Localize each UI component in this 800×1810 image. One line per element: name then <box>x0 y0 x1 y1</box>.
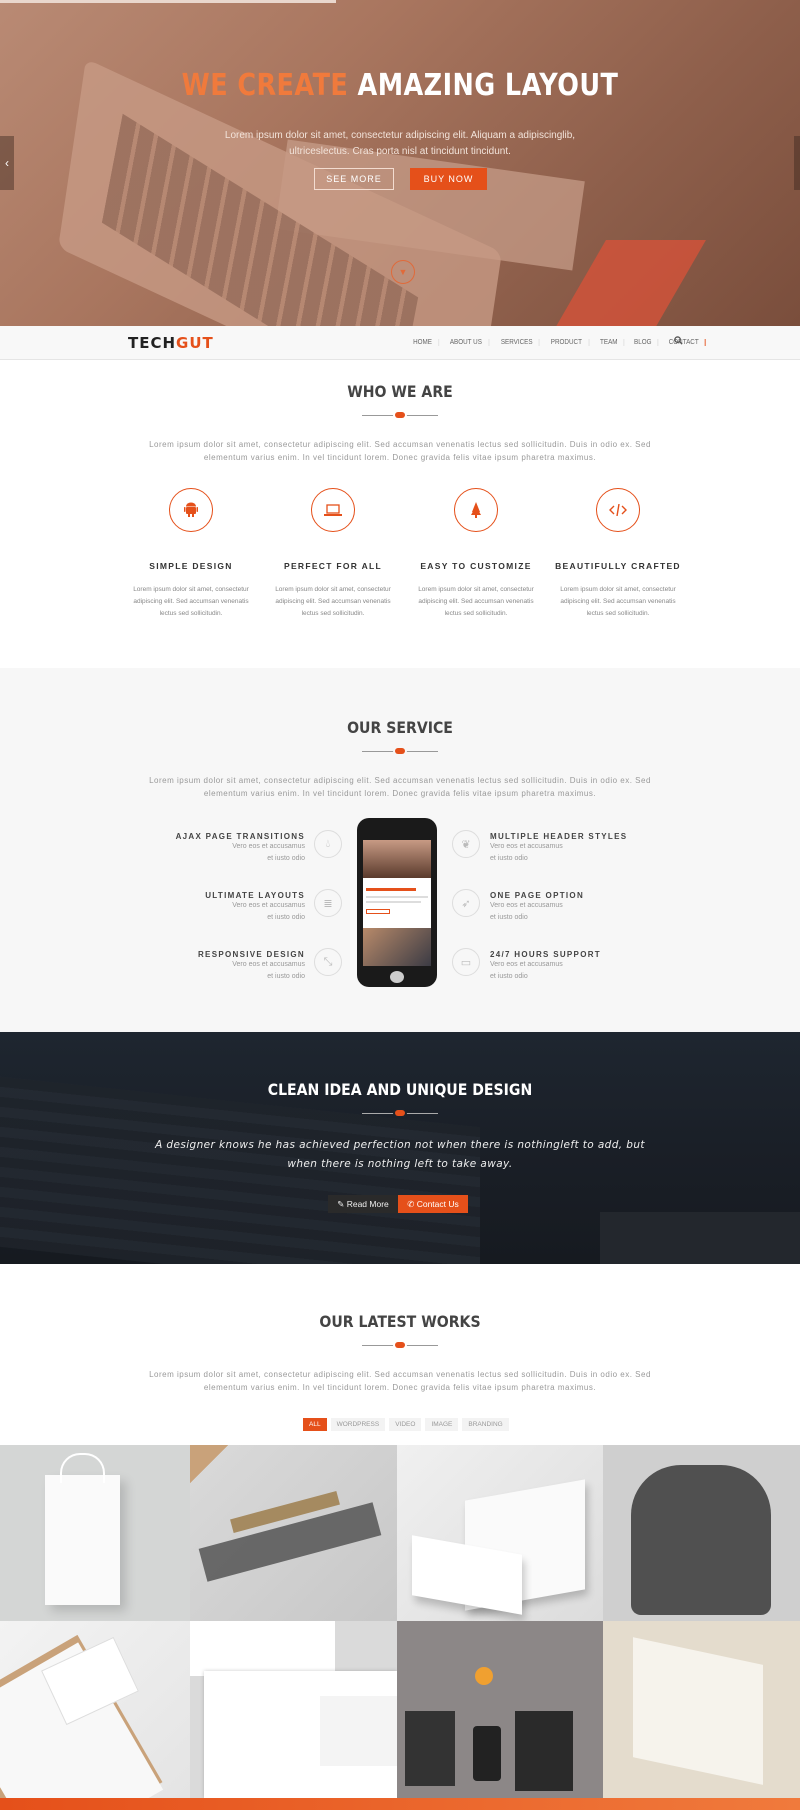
feature-text: Lorem ipsum dolor sit amet, consectetur … <box>418 586 534 617</box>
leaf-icon: ❦ <box>452 830 480 858</box>
contact-us-button[interactable]: ✆ Contact Us <box>398 1195 468 1213</box>
phone-icon: ✆ <box>407 1199 417 1209</box>
filter-wordpress[interactable]: WORDPRESS <box>330 1418 386 1431</box>
section-divider <box>362 748 438 754</box>
works-title: OUR LATEST WORKS <box>319 1312 481 1331</box>
portfolio-item-mockups[interactable] <box>190 1445 397 1621</box>
code-icon <box>596 488 640 532</box>
link-icon: ✎ <box>337 1199 347 1209</box>
read-more-button[interactable]: ✎ Read More <box>328 1195 398 1213</box>
hero-subtitle: Lorem ipsum dolor sit amet, consectetur … <box>224 130 576 157</box>
hero-bg-red-object <box>554 240 706 326</box>
service-item: RESPONSIVE DESIGN Vero eos et accusamus … <box>197 950 305 980</box>
cta-quote: A designer knows he has achieved perfect… <box>155 1139 645 1170</box>
section-divider <box>362 1342 438 1348</box>
feature-title: BEAUTIFULLY CRAFTED <box>555 561 681 571</box>
portfolio-item-business-cards[interactable] <box>397 1445 603 1621</box>
who-text: Lorem ipsum dolor sit amet, consectetur … <box>149 440 651 462</box>
nav-item-about[interactable]: ABOUT US <box>444 339 490 346</box>
portfolio-item-shopping-bag[interactable] <box>0 1445 190 1621</box>
nav-item-services[interactable]: SERVICES <box>494 339 540 346</box>
phone-home-button <box>390 971 404 983</box>
nav-item-home[interactable]: HOME <box>407 339 440 346</box>
nav-item-blog[interactable]: BLOG <box>628 339 659 346</box>
cta-title: CLEAN IDEA AND UNIQUE DESIGN <box>267 1080 533 1099</box>
portfolio-item-stationery[interactable] <box>0 1621 190 1798</box>
service-item: ONE PAGE OPTION Vero eos et accusamus et… <box>490 891 585 921</box>
feature-text: Lorem ipsum dolor sit amet, consectetur … <box>560 586 676 617</box>
who-title: WHO WE ARE <box>347 382 453 401</box>
database-icon: ≣ <box>314 889 342 917</box>
logo[interactable]: TECHGUT <box>128 334 214 352</box>
section-divider <box>362 412 438 418</box>
portfolio-item-website[interactable] <box>190 1621 397 1798</box>
portfolio-item-hoodie[interactable] <box>603 1445 800 1621</box>
filter-video[interactable]: VIDEO <box>389 1418 422 1431</box>
feature-title: EASY TO CUSTOMIZE <box>420 561 532 571</box>
feature-title: PERFECT FOR ALL <box>283 561 383 571</box>
phone-screen <box>363 840 431 966</box>
service-item: 24/7 HOURS SUPPORT Vero eos et accusamus… <box>490 950 601 980</box>
laptop-icon <box>311 488 355 532</box>
filter-image[interactable]: IMAGE <box>425 1418 459 1431</box>
drop-icon: 💧︎ <box>314 830 342 858</box>
search-icon[interactable] <box>674 336 683 347</box>
tree-icon <box>454 488 498 532</box>
service-title: OUR SERVICE <box>347 718 453 737</box>
section-divider <box>362 1110 438 1116</box>
progress-bar <box>0 0 336 3</box>
hero-title: WE CREATE AMAZING LAYOUT <box>181 68 619 103</box>
rocket-icon: ➶ <box>452 889 480 917</box>
slider-next-button[interactable] <box>794 136 800 190</box>
buy-now-button[interactable]: BUY NOW <box>410 168 487 190</box>
compress-icon: ⤡ <box>314 948 342 976</box>
portfolio-item-brand-identity[interactable] <box>397 1621 603 1798</box>
service-item: ULTIMATE LAYOUTS Vero eos et accusamus e… <box>205 891 305 921</box>
scroll-down-icon[interactable]: ▼ <box>391 260 415 284</box>
service-item: MULTIPLE HEADER STYLES Vero eos et accus… <box>490 832 628 862</box>
bg-building <box>600 1212 800 1264</box>
works-text: Lorem ipsum dolor sit amet, consectetur … <box>149 1370 651 1392</box>
nav-menu: HOME ABOUT US SERVICES PRODUCT TEAM BLOG… <box>405 339 709 346</box>
portfolio-filters: ALL WORDPRESS VIDEO IMAGE BRANDING <box>303 1418 509 1431</box>
android-icon <box>169 488 213 532</box>
cta-section: CLEAN IDEA AND UNIQUE DESIGN A designer … <box>0 1032 800 1264</box>
service-text: Lorem ipsum dolor sit amet, consectetur … <box>149 776 651 798</box>
feature-text: Lorem ipsum dolor sit amet, consectetur … <box>275 586 391 617</box>
service-item: AJAX PAGE TRANSITIONS Vero eos et accusa… <box>175 832 305 862</box>
feature-text: Lorem ipsum dolor sit amet, consectetur … <box>133 586 249 617</box>
hero-slider: WE CREATE AMAZING LAYOUT Lorem ipsum dol… <box>0 0 800 326</box>
filter-branding[interactable]: BRANDING <box>462 1418 509 1431</box>
nav-item-product[interactable]: PRODUCT <box>544 339 590 346</box>
see-more-button[interactable]: SEE MORE <box>314 168 394 190</box>
filter-all[interactable]: ALL <box>303 1418 327 1431</box>
portfolio-item-templates[interactable] <box>603 1621 800 1798</box>
footer-band <box>0 1798 800 1810</box>
navbar: TECHGUT HOME ABOUT US SERVICES PRODUCT T… <box>0 326 800 360</box>
nav-item-team[interactable]: TEAM <box>593 339 625 346</box>
laptop-icon: ▭ <box>452 948 480 976</box>
slider-prev-icon[interactable]: ‹ <box>0 136 14 190</box>
nav-item-contact[interactable]: CONTACT <box>663 339 707 346</box>
phone-mockup <box>357 818 437 987</box>
feature-title: SIMPLE DESIGN <box>149 561 233 571</box>
